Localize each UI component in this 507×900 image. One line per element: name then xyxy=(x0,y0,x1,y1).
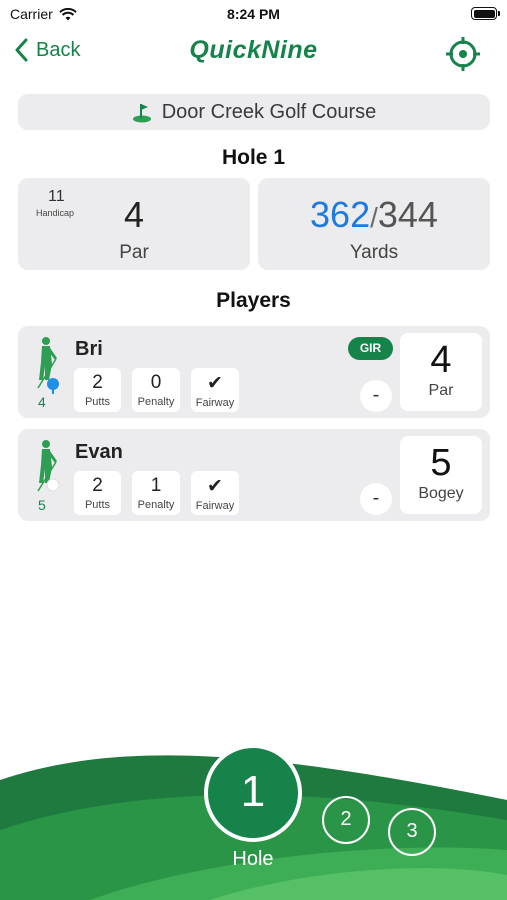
penalty-stepper[interactable]: 0 Penalty xyxy=(132,368,180,412)
player-number: 5 xyxy=(38,497,46,513)
fairway-check-icon: ✔ xyxy=(207,373,223,394)
golfer-icon xyxy=(37,337,59,394)
decrement-score-button[interactable]: - xyxy=(360,483,392,515)
yards-secondary: 344 xyxy=(377,194,438,235)
penalty-label: Penalty xyxy=(137,499,175,511)
fairway-toggle[interactable]: ✔ Fairway xyxy=(191,471,239,515)
app-title: QuickNine xyxy=(189,36,318,64)
hole-title: Hole 1 xyxy=(221,146,286,169)
player-card: 4 Bri 2 Putts 0 Penalty ✔ Fairway GIR - … xyxy=(18,326,490,418)
score-label: Bogey xyxy=(418,485,464,502)
score-value: 5 xyxy=(430,442,452,484)
fairway-toggle[interactable]: ✔ Fairway xyxy=(191,368,239,412)
par-card: 11 Handicap 4 Par xyxy=(18,178,250,270)
course-selector[interactable]: Door Creek Golf Course xyxy=(18,94,490,130)
penalty-value: 0 xyxy=(150,372,162,393)
penalty-value: 1 xyxy=(150,475,162,496)
player-number: 4 xyxy=(38,394,46,410)
decrement-score-button[interactable]: - xyxy=(360,380,392,412)
penalty-label: Penalty xyxy=(137,396,175,408)
hole-2-button[interactable]: 2 xyxy=(322,796,370,844)
nav-bar: Back QuickNine xyxy=(0,30,507,74)
putts-label: Putts xyxy=(84,396,111,408)
hole-selector-label: Hole xyxy=(232,848,274,870)
score-value: 4 xyxy=(430,339,452,381)
par-value: 4 xyxy=(123,194,145,235)
score-box[interactable]: 5 Bogey xyxy=(400,436,482,514)
yards-label: Yards xyxy=(349,242,399,263)
score-box[interactable]: 4 Par xyxy=(400,333,482,411)
locate-icon[interactable] xyxy=(445,36,481,72)
course-name: Door Creek Golf Course xyxy=(161,100,377,123)
putts-stepper[interactable]: 2 Putts xyxy=(74,471,121,515)
yards-separator: / xyxy=(370,202,378,233)
yards-value: 362/344 xyxy=(258,194,490,236)
penalty-stepper[interactable]: 1 Penalty xyxy=(132,471,180,515)
battery-icon xyxy=(471,7,500,20)
fairway-label: Fairway xyxy=(195,397,235,409)
putts-stepper[interactable]: 2 Putts xyxy=(74,368,121,412)
status-time: 8:24 PM xyxy=(227,6,280,22)
player-name: Evan xyxy=(75,441,123,463)
player-card: 5 Evan 2 Putts 1 Penalty ✔ Fairway - 5 B… xyxy=(18,429,490,521)
status-bar: Carrier 8:24 PM xyxy=(0,0,507,28)
hole-3-button[interactable]: 3 xyxy=(388,808,436,856)
yards-primary: 362 xyxy=(310,194,371,235)
golf-flag-icon xyxy=(132,104,151,123)
player-name: Bri xyxy=(75,338,103,360)
putts-label: Putts xyxy=(84,499,111,511)
fairway-label: Fairway xyxy=(195,500,235,512)
current-hole-button[interactable]: 1 xyxy=(204,744,302,842)
score-label: Par xyxy=(428,382,454,399)
golfer-icon xyxy=(37,440,60,492)
par-label: Par xyxy=(119,242,149,263)
fairway-check-icon: ✔ xyxy=(207,476,223,497)
players-title: Players xyxy=(216,289,291,312)
yards-card: 362/344 Yards xyxy=(258,178,490,270)
putts-value: 2 xyxy=(92,372,103,393)
putts-value: 2 xyxy=(92,475,103,496)
gir-badge[interactable]: GIR xyxy=(348,337,393,360)
